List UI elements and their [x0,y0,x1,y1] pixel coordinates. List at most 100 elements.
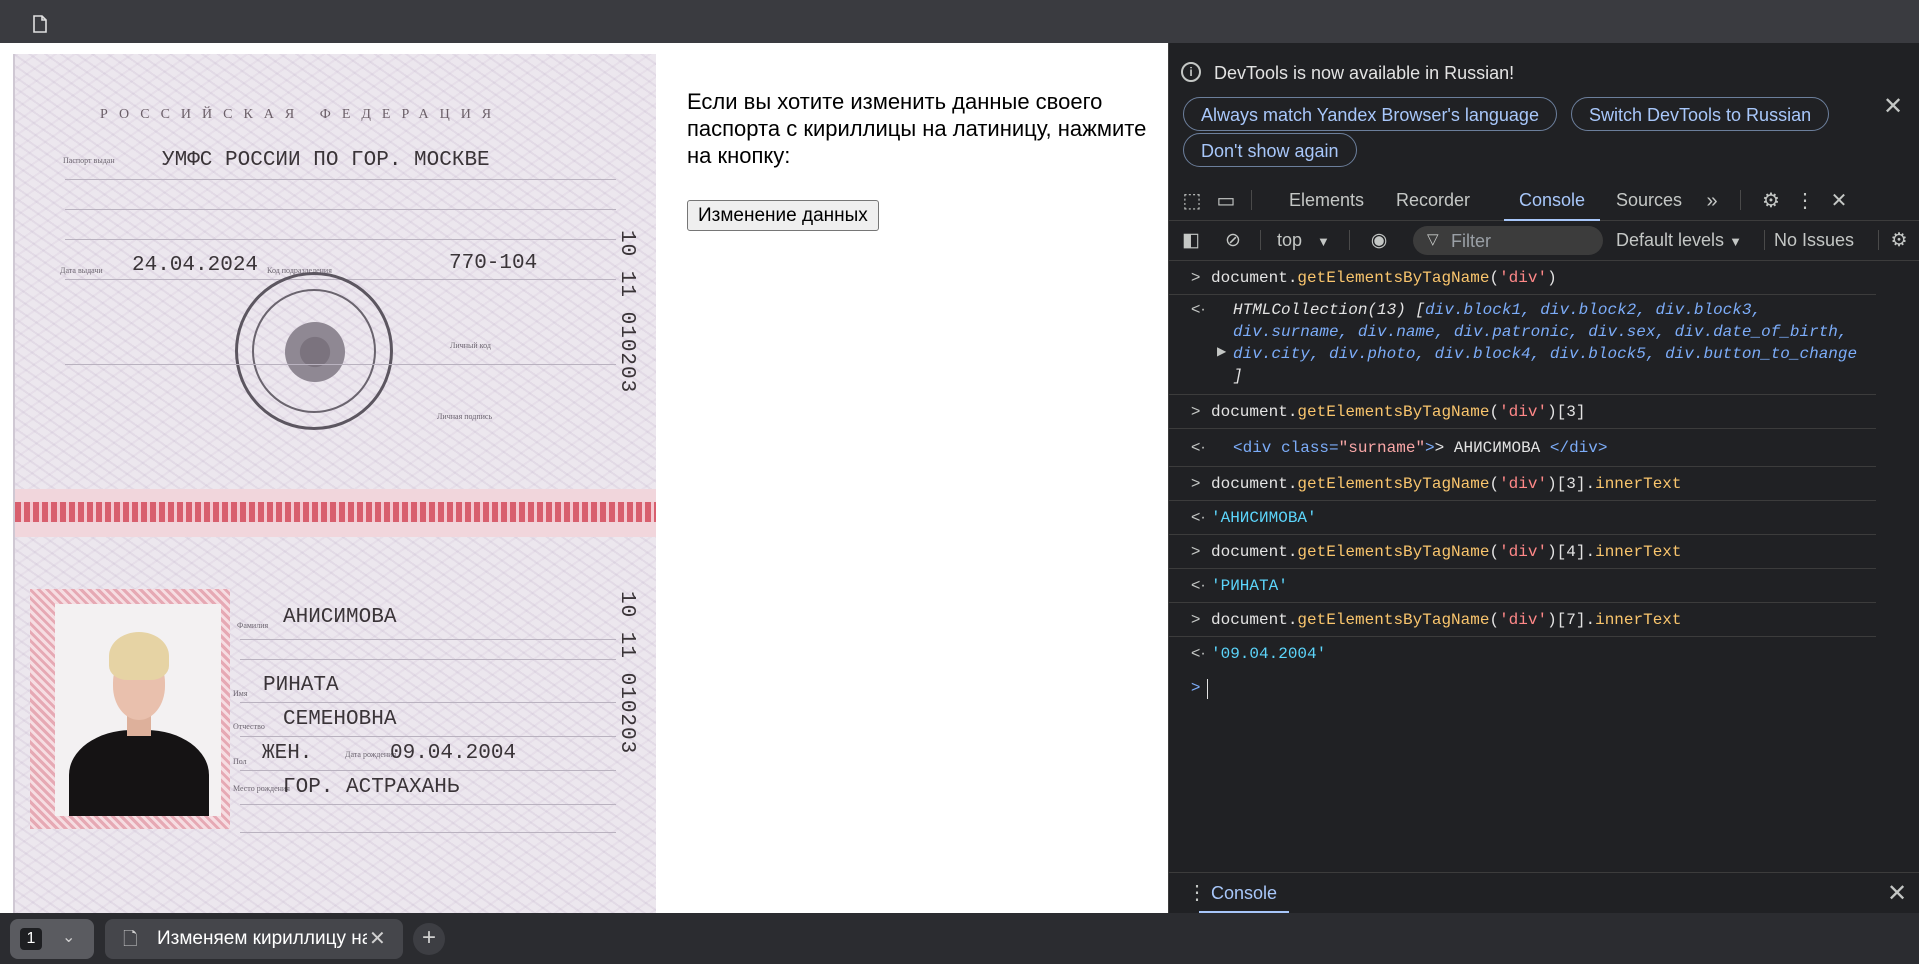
filter-input[interactable]: ▽ Filter [1413,226,1603,255]
input-prompt-icon: > [1191,403,1201,420]
devtools-drawer: ⋮ Console ✕ [1169,872,1919,914]
console-result-line[interactable]: <· HTMLCollection(13) [div.block1, div.b… [1169,294,1876,395]
console-input-line: > document.getElementsByTagName('div')[7… [1169,603,1876,637]
result-arrow-icon: <· [1191,301,1206,318]
more-tabs-icon[interactable]: » [1701,190,1723,212]
console-command: document.getElementsByTagName('div') [1211,269,1557,287]
text-cursor [1207,679,1208,699]
log-levels-dropdown[interactable]: Default levels ▼ [1616,230,1742,251]
banner-title: DevTools is now available in Russian! [1214,63,1515,83]
context-selector[interactable]: top ▼ [1277,230,1330,251]
settings-gear-icon[interactable]: ⚙ [1760,190,1782,212]
tab-group-counter[interactable]: 1 ⌄ [10,919,94,959]
passport-sex: ЖЕН. [262,742,313,765]
passport-serial-bottom: 10 11 010203 [615,591,638,755]
passport-issued-by: УМФС РОССИИ ПО ГОР. МОСКВЕ [162,149,490,172]
browser-tab-strip: 1 ⌄ 🗋 Изменяем кириллицу на латиницу ✕ + [0,913,1919,964]
console-command: document.getElementsByTagName('div')[4].… [1211,543,1682,561]
expand-triangle-icon[interactable]: ▶ [1217,344,1226,358]
device-toolbar-icon[interactable]: ▭ [1215,190,1237,212]
filter-placeholder: Filter [1451,231,1491,251]
clear-console-icon[interactable]: ⊘ [1221,229,1245,253]
result-arrow-icon: <· [1191,509,1206,526]
passport-country: РОССИЙСКАЯ ФЕДЕРАЦИЯ [100,107,503,122]
browser-tab[interactable]: 🗋 Изменяем кириллицу на латиницу ✕ [105,919,403,959]
close-tab-icon[interactable]: ✕ [369,926,386,951]
chevron-down-icon: ⌄ [62,929,76,946]
context-selector-value: top [1277,230,1303,250]
result-string: 'РИНАТА' [1211,577,1288,595]
devtools-tab-bar: ⬚ ▭ Elements Recorder Console Sources » … [1169,180,1919,221]
tab-recorder[interactable]: Recorder [1396,180,1470,220]
tab-console[interactable]: Console [1503,180,1601,221]
console-input-line: > document.getElementsByTagName('div')[3… [1169,395,1876,429]
close-devtools-icon[interactable]: ✕ [1828,190,1850,212]
filter-icon: ▽ [1427,231,1439,248]
result-string: 'АНИСИМОВА' [1211,509,1317,527]
passport-issue-date: 24.04.2024 [132,254,259,277]
console-prompt-line[interactable]: > [1169,671,1876,704]
result-string: '09.04.2004' [1211,645,1327,663]
passport-photo [55,604,221,816]
match-language-button[interactable]: Always match Yandex Browser's language [1183,97,1557,131]
tab-elements[interactable]: Elements [1289,180,1364,220]
passport-date-of-birth: 09.04.2004 [390,742,517,765]
new-tab-plus-icon[interactable]: + [413,923,445,955]
sidebar-toggle-icon[interactable]: ◧ [1179,229,1203,253]
tab-sources[interactable]: Sources [1616,180,1682,220]
result-arrow-icon: <· [1191,577,1206,594]
active-prompt-icon: > [1191,679,1201,696]
console-result-line: <· 'РИНАТА' [1169,569,1876,603]
drawer-close-icon[interactable]: ✕ [1887,879,1907,908]
input-prompt-icon: > [1191,475,1201,492]
info-icon: i [1181,62,1201,82]
console-result-line: <· '09.04.2004' [1169,637,1876,670]
change-data-button[interactable]: Изменение данных [687,200,879,231]
banner-close-icon[interactable]: ✕ [1883,95,1903,119]
drawer-menu-icon[interactable]: ⋮ [1187,881,1207,905]
element-node-result: <div class="surname">> АНИСИМОВА </div> [1233,439,1608,457]
chevron-down-icon: ▼ [1729,234,1742,249]
passport-surname: АНИСИМОВА [283,606,397,629]
more-options-icon[interactable]: ⋮ [1794,190,1816,212]
htmlcollection-items-line2: div.surname, div.name, div.patronic, div… [1233,323,1848,341]
browser-tab-title: Изменяем кириллицу на латиницу [157,928,367,949]
tab-count-badge: 1 [20,928,42,950]
language-banner: i DevTools is now available in Russian! … [1169,43,1919,180]
console-toolbar: ◧ ⊘ top ▼ ◉ ▽ Filter Default levels ▼ No… [1169,221,1919,261]
console-output[interactable]: > document.getElementsByTagName('div') <… [1169,261,1919,871]
passport-seal-icon [235,272,393,430]
browser-top-bar [0,0,1919,43]
passport-division-code: 770-104 [449,252,538,275]
htmlcollection-tail: ] [1233,367,1243,385]
console-result-line[interactable]: <· <div class="surname">> АНИСИМОВА </di… [1169,429,1876,467]
inspect-element-icon[interactable]: ⬚ [1181,190,1203,212]
switch-to-russian-button[interactable]: Switch DevTools to Russian [1571,97,1830,131]
log-levels-label: Default levels [1616,230,1725,250]
passport-serial-top: 10 11 010203 [615,230,638,394]
htmlcollection-head: HTMLCollection(13) [div.block1, div.bloc… [1233,301,1762,319]
console-input-line: > document.getElementsByTagName('div') [1169,261,1876,295]
devtools-panel: i DevTools is now available in Russian! … [1168,43,1919,914]
document-icon [33,15,47,33]
passport-patronymic: СЕМЕНОВНА [283,708,397,731]
console-input-line: > document.getElementsByTagName('div')[3… [1169,467,1876,501]
dont-show-again-button[interactable]: Don't show again [1183,133,1357,167]
passport-fold-strip [15,502,656,522]
web-page: РОССИЙСКАЯ ФЕДЕРАЦИЯ Паспорт выдан УМФС … [0,43,1168,913]
console-settings-icon[interactable]: ⚙ [1887,229,1911,253]
input-prompt-icon: > [1191,543,1201,560]
page-favicon-icon: 🗋 [123,929,138,949]
console-command: document.getElementsByTagName('div')[3] [1211,403,1586,421]
console-command: document.getElementsByTagName('div')[7].… [1211,611,1682,629]
console-result-line: <· 'АНИСИМОВА' [1169,501,1876,535]
instruction-text: Если вы хотите изменить данные своего па… [687,89,1147,168]
passport-birth-place: ГОР. АСТРАХАНЬ [283,776,460,799]
input-prompt-icon: > [1191,611,1201,628]
passport-name: РИНАТА [263,674,339,697]
issues-counter[interactable]: No Issues [1774,230,1854,251]
drawer-tab-console[interactable]: Console [1198,873,1290,913]
input-prompt-icon: > [1191,269,1201,286]
result-arrow-icon: <· [1191,439,1206,456]
live-expression-eye-icon[interactable]: ◉ [1367,229,1391,253]
